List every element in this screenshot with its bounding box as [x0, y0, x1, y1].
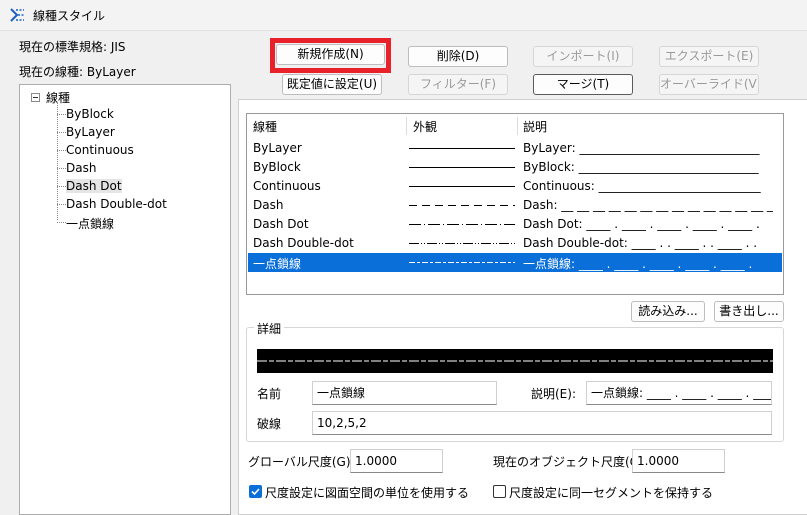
tree-item-ittensasen[interactable]: 一点鎖線	[66, 215, 114, 232]
tree-item-continuous[interactable]: Continuous	[66, 143, 134, 157]
collapse-icon[interactable]	[31, 93, 40, 102]
row-name: Dash Double-dot	[253, 236, 354, 250]
appearance-dash	[409, 205, 515, 206]
global-scale-label: グローバル尺度(G):	[248, 455, 355, 469]
row-name: ByBlock	[253, 160, 301, 174]
tree-branch	[57, 204, 66, 205]
row-description: ByBlock: ______________________________	[523, 160, 759, 174]
description-label: 説明(E):	[531, 387, 576, 401]
checkmark-icon	[251, 488, 260, 496]
title-bar	[0, 0, 807, 31]
appearance-ittensasen	[409, 262, 515, 263]
row-description: Dash Dot: ____ . ____ . ____ . ____ . __…	[523, 217, 760, 231]
current-linetype-label: 現在の線種: ByLayer	[19, 65, 136, 79]
set-default-button[interactable]: 既定値に設定(U)	[282, 74, 382, 95]
linetype-app-icon	[10, 8, 25, 22]
table-row[interactable]: Dash Dash: __ __ __ __ __ __ __ __ __ __…	[248, 196, 782, 215]
current-standard-label: 現在の標準規格: JIS	[19, 40, 126, 54]
table-row[interactable]: Dash Dot Dash Dot: ____ . ____ . ____ . …	[248, 215, 782, 234]
export-button[interactable]: エクスポート(E)	[659, 46, 759, 67]
pattern-input[interactable]: 10,2,5,2	[312, 411, 772, 435]
row-description: Dash: __ __ __ __ __ __ __ __ __ __ __ _…	[523, 198, 773, 212]
tree-item-bylayer[interactable]: ByLayer	[66, 125, 115, 139]
appearance-continuous	[409, 186, 515, 187]
override-button[interactable]: オーバーライド(V)	[659, 74, 759, 95]
save-button[interactable]: 書き出し...	[714, 301, 784, 322]
column-header-description[interactable]: 説明	[523, 118, 547, 135]
column-header-linetype[interactable]: 線種	[253, 118, 277, 135]
import-button[interactable]: インポート(I)	[533, 46, 633, 67]
table-row[interactable]: Dash Double-dot Dash Double-dot: ____ . …	[248, 234, 782, 253]
column-header-appearance[interactable]: 外観	[413, 118, 437, 135]
paperspace-units-checkbox[interactable]	[249, 485, 262, 498]
row-description: Continuous: ___________________________	[523, 179, 761, 193]
tree-branch	[57, 168, 66, 169]
tree-branch	[57, 114, 66, 115]
table-row[interactable]: Continuous Continuous: _________________…	[248, 177, 782, 196]
tree-item-byblock[interactable]: ByBlock	[66, 107, 114, 121]
merge-button[interactable]: マージ(T)	[533, 74, 633, 95]
name-input[interactable]: 一点鎖線	[312, 381, 497, 405]
tree-branch	[57, 186, 66, 187]
appearance-dash-double-dot	[409, 243, 515, 244]
linetype-tree[interactable]: 線種 ByBlock ByLayer Continuous Dash Dash …	[19, 84, 231, 515]
linetype-preview	[257, 349, 773, 373]
table-row[interactable]: ByBlock ByBlock: _______________________…	[248, 158, 782, 177]
row-description: 一点鎖線: ____ . ____ . ____ . ____ . ____ .	[523, 257, 753, 271]
object-scale-label: 現在のオブジェクト尺度(O):	[493, 455, 648, 469]
name-label: 名前	[257, 387, 282, 401]
row-name: Dash Dot	[253, 217, 309, 231]
row-description: Dash Double-dot: ____ . . ____ . . ____ …	[523, 236, 758, 250]
tree-item-dash-dot[interactable]: Dash Dot	[66, 179, 122, 193]
detail-title: 詳細	[254, 320, 285, 337]
column-separator	[517, 117, 518, 135]
appearance-dash-dot	[409, 224, 515, 225]
window-title: 線種スタイル	[33, 9, 106, 23]
description-input[interactable]: 一点鎖線: ____ . ____ . ____ . ____ . .	[586, 381, 772, 405]
load-button[interactable]: 読み込み...	[631, 301, 705, 322]
row-name: Continuous	[253, 179, 321, 193]
tree-connector	[57, 102, 58, 220]
appearance-continuous	[409, 167, 515, 168]
same-segment-checkbox[interactable]	[493, 485, 506, 498]
tree-item-dash-double-dot[interactable]: Dash Double-dot	[66, 197, 167, 211]
paperspace-units-label: 尺度設定に図面空間の単位を使用する	[265, 486, 470, 500]
appearance-continuous	[409, 148, 515, 149]
table-row[interactable]: ByLayer ByLayer: _______________________…	[248, 139, 782, 158]
tree-branch	[57, 222, 66, 223]
tree-branch	[57, 150, 66, 151]
new-button[interactable]: 新規作成(N)	[276, 44, 385, 65]
delete-button[interactable]: 削除(D)	[408, 46, 508, 67]
row-name: Dash	[253, 198, 284, 212]
global-scale-input[interactable]: 1.0000	[350, 449, 443, 473]
table-row-selected[interactable]: 一点鎖線 一点鎖線: ____ . ____ . ____ . ____ . _…	[248, 253, 782, 272]
filter-button[interactable]: フィルター(F)	[408, 74, 508, 95]
row-name: 一点鎖線	[253, 257, 302, 271]
column-separator	[406, 117, 407, 135]
pattern-label: 破線	[257, 417, 282, 431]
row-description: ByLayer: ______________________________	[523, 141, 760, 155]
tree-branch	[57, 132, 66, 133]
object-scale-input[interactable]: 1.0000	[632, 449, 725, 473]
tree-root-linetypes[interactable]: 線種	[46, 89, 70, 106]
row-name: ByLayer	[253, 141, 302, 155]
same-segment-label: 尺度設定に同一セグメントを保持する	[509, 486, 714, 500]
linetype-list[interactable]: 線種 外観 説明 ByLayer ByLayer: ______________…	[246, 113, 784, 295]
tree-item-dash[interactable]: Dash	[66, 161, 96, 175]
